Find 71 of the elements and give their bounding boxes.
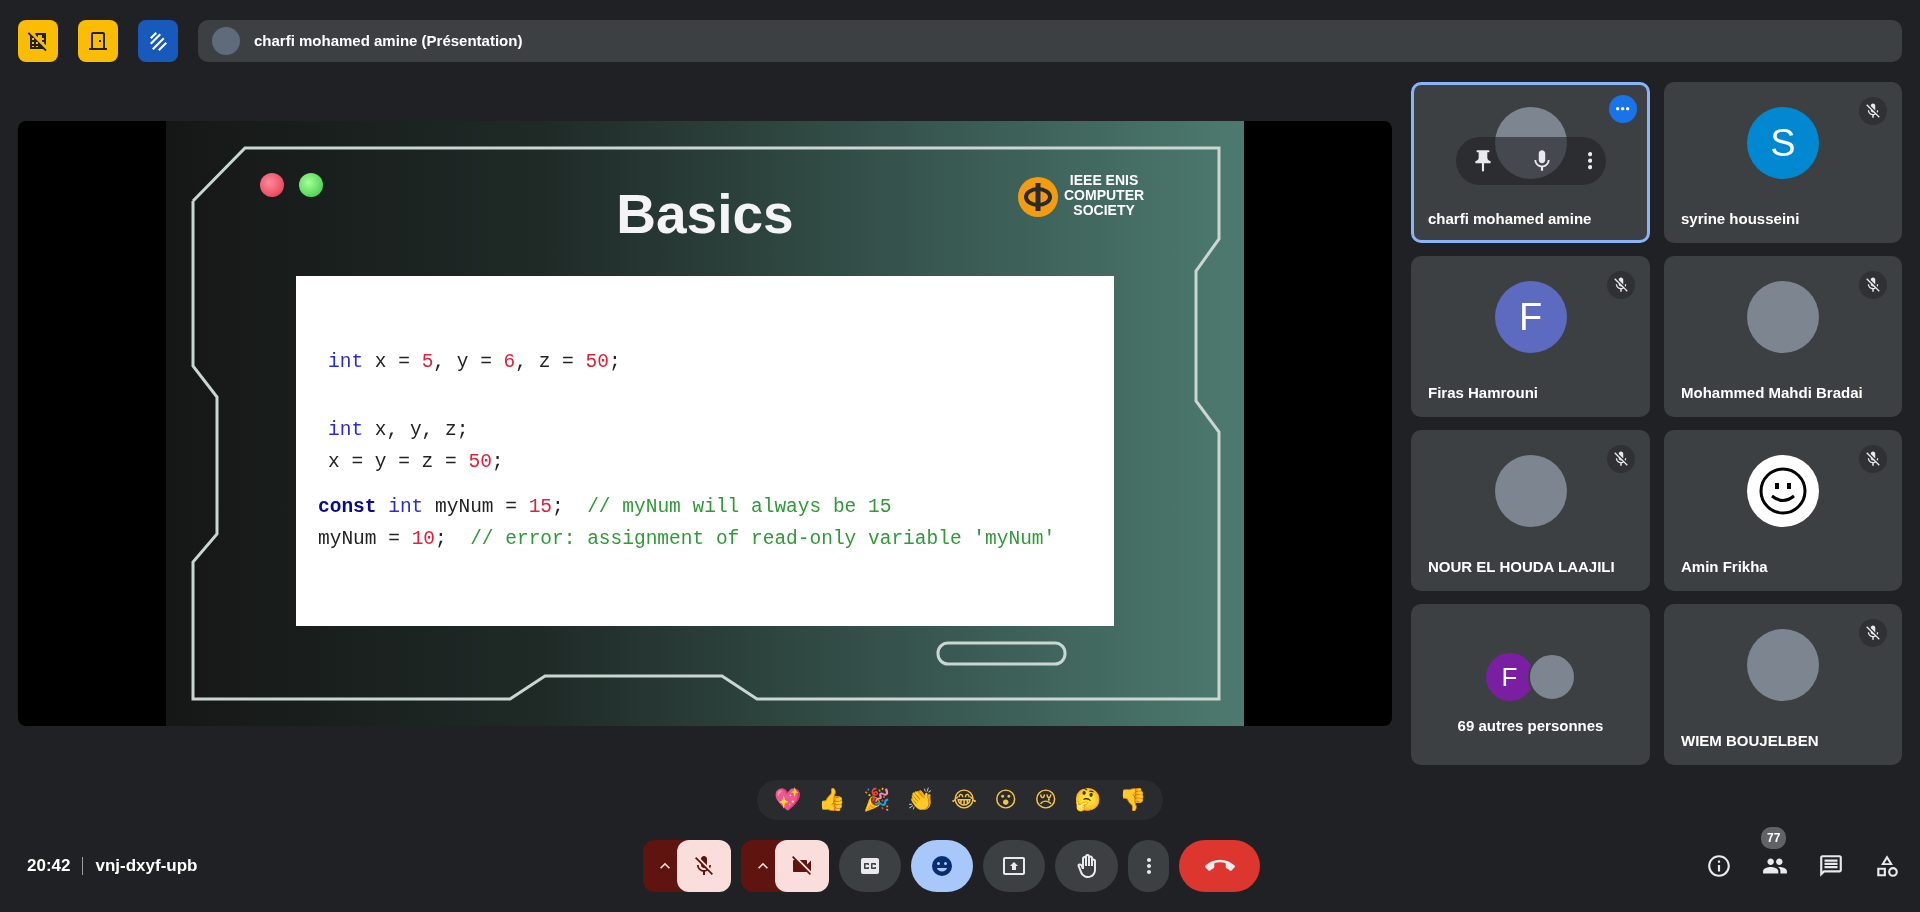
- participant-tile[interactable]: charfi mohamed amine: [1411, 82, 1650, 243]
- participant-tile[interactable]: S syrine housseini: [1664, 82, 1902, 243]
- participant-name: syrine housseini: [1680, 208, 1800, 229]
- dot-icon: [299, 173, 323, 197]
- activities-button[interactable]: [1874, 853, 1900, 879]
- reactions-button[interactable]: [911, 840, 973, 892]
- reaction-button[interactable]: 👏: [906, 789, 934, 811]
- shapes-icon: [1874, 853, 1900, 879]
- reaction-button[interactable]: 😢: [1034, 789, 1058, 811]
- reaction-button[interactable]: 😂: [951, 789, 977, 811]
- more-icon: [1616, 107, 1630, 111]
- reaction-button[interactable]: 👍: [818, 789, 846, 811]
- more-button[interactable]: [1587, 152, 1592, 170]
- toolbar-button[interactable]: [78, 20, 118, 62]
- participant-name: Mohammed Mahdi Bradai: [1680, 382, 1863, 403]
- raise-hand-button[interactable]: [1055, 840, 1118, 892]
- participant-name: Amin Frikha: [1680, 556, 1768, 577]
- participant-tile[interactable]: NOUR EL HOUDA LAAJILI: [1411, 430, 1650, 591]
- participant-tile[interactable]: WIEM BOUJELBEN: [1664, 604, 1902, 765]
- microphone-button[interactable]: [677, 840, 731, 892]
- meeting-details-button[interactable]: [1706, 853, 1732, 879]
- chat-button[interactable]: [1818, 853, 1844, 879]
- code-line: const int myNum = 15; // myNum will always be 15: [318, 495, 892, 520]
- code-line: int x = 5, y = 6, z = 50;: [328, 350, 621, 375]
- clock-time: 20:42: [27, 855, 71, 878]
- participant-name: NOUR EL HOUDA LAAJILI: [1427, 556, 1615, 577]
- participant-tile[interactable]: Amin Frikha: [1664, 430, 1902, 591]
- participant-tile[interactable]: F 69 autres personnes: [1411, 604, 1650, 765]
- smiley-icon: [930, 854, 954, 878]
- participant-name: Firas Hamrouni: [1427, 382, 1539, 403]
- avatar-photo: [212, 27, 240, 55]
- reaction-button[interactable]: 💖: [774, 789, 802, 811]
- toolbar-button[interactable]: [138, 20, 178, 62]
- dot-icon: [260, 173, 284, 197]
- logo-text: IEEE ENIS: [1069, 173, 1139, 188]
- leave-call-button[interactable]: [1179, 840, 1260, 892]
- presenter-chip[interactable]: charfi mohamed amine (Présentation): [198, 20, 1902, 62]
- others-count: 69 autres personnes: [1457, 716, 1604, 736]
- participant-tile[interactable]: F Firas Hamrouni: [1411, 256, 1650, 417]
- participant-name: charfi mohamed amine: [1427, 208, 1592, 229]
- code-line: x = y = z = 50;: [328, 450, 504, 475]
- avatar-initial: F: [1494, 281, 1567, 353]
- more-icon: [1146, 858, 1151, 874]
- mic-off-icon: [692, 854, 716, 878]
- code-line: myNum = 10; // error: assignment of read-only variable 'myNum': [318, 527, 1056, 552]
- camera-off-icon: [790, 854, 814, 878]
- camera-button[interactable]: [775, 840, 829, 892]
- count-badge: 77: [1761, 827, 1787, 849]
- present-button[interactable]: [983, 840, 1045, 892]
- logo-text: COMPUTER: [1064, 188, 1145, 203]
- present-screen-icon: [1002, 854, 1026, 878]
- reaction-button[interactable]: 😮: [994, 789, 1018, 811]
- logo-icon: [1016, 175, 1060, 219]
- avatar-initial: S: [1747, 107, 1819, 179]
- door-icon: [86, 29, 110, 53]
- reaction-button[interactable]: 🤔: [1074, 789, 1102, 811]
- chat-icon: [1818, 853, 1844, 879]
- reaction-button[interactable]: 👎: [1118, 789, 1146, 811]
- more-options-button[interactable]: [1609, 95, 1637, 123]
- presenter-label: charfi mohamed amine (Présentation): [254, 30, 523, 51]
- participant-name: WIEM BOUJELBEN: [1680, 730, 1819, 751]
- logo-text: SOCIETY: [1073, 203, 1135, 218]
- code-line: int x, y, z;: [328, 418, 469, 443]
- captions-button[interactable]: [839, 840, 901, 892]
- more-icon: [1587, 152, 1592, 170]
- toolbar-button[interactable]: [18, 20, 58, 62]
- info-icon: [1706, 853, 1732, 879]
- meeting-code: vnj-dxyf-upb: [95, 855, 198, 878]
- reaction-button[interactable]: 🎉: [862, 789, 890, 811]
- participant-tile[interactable]: Mohammed Mahdi Bradai: [1664, 256, 1902, 417]
- slide-title: Basics: [616, 183, 794, 245]
